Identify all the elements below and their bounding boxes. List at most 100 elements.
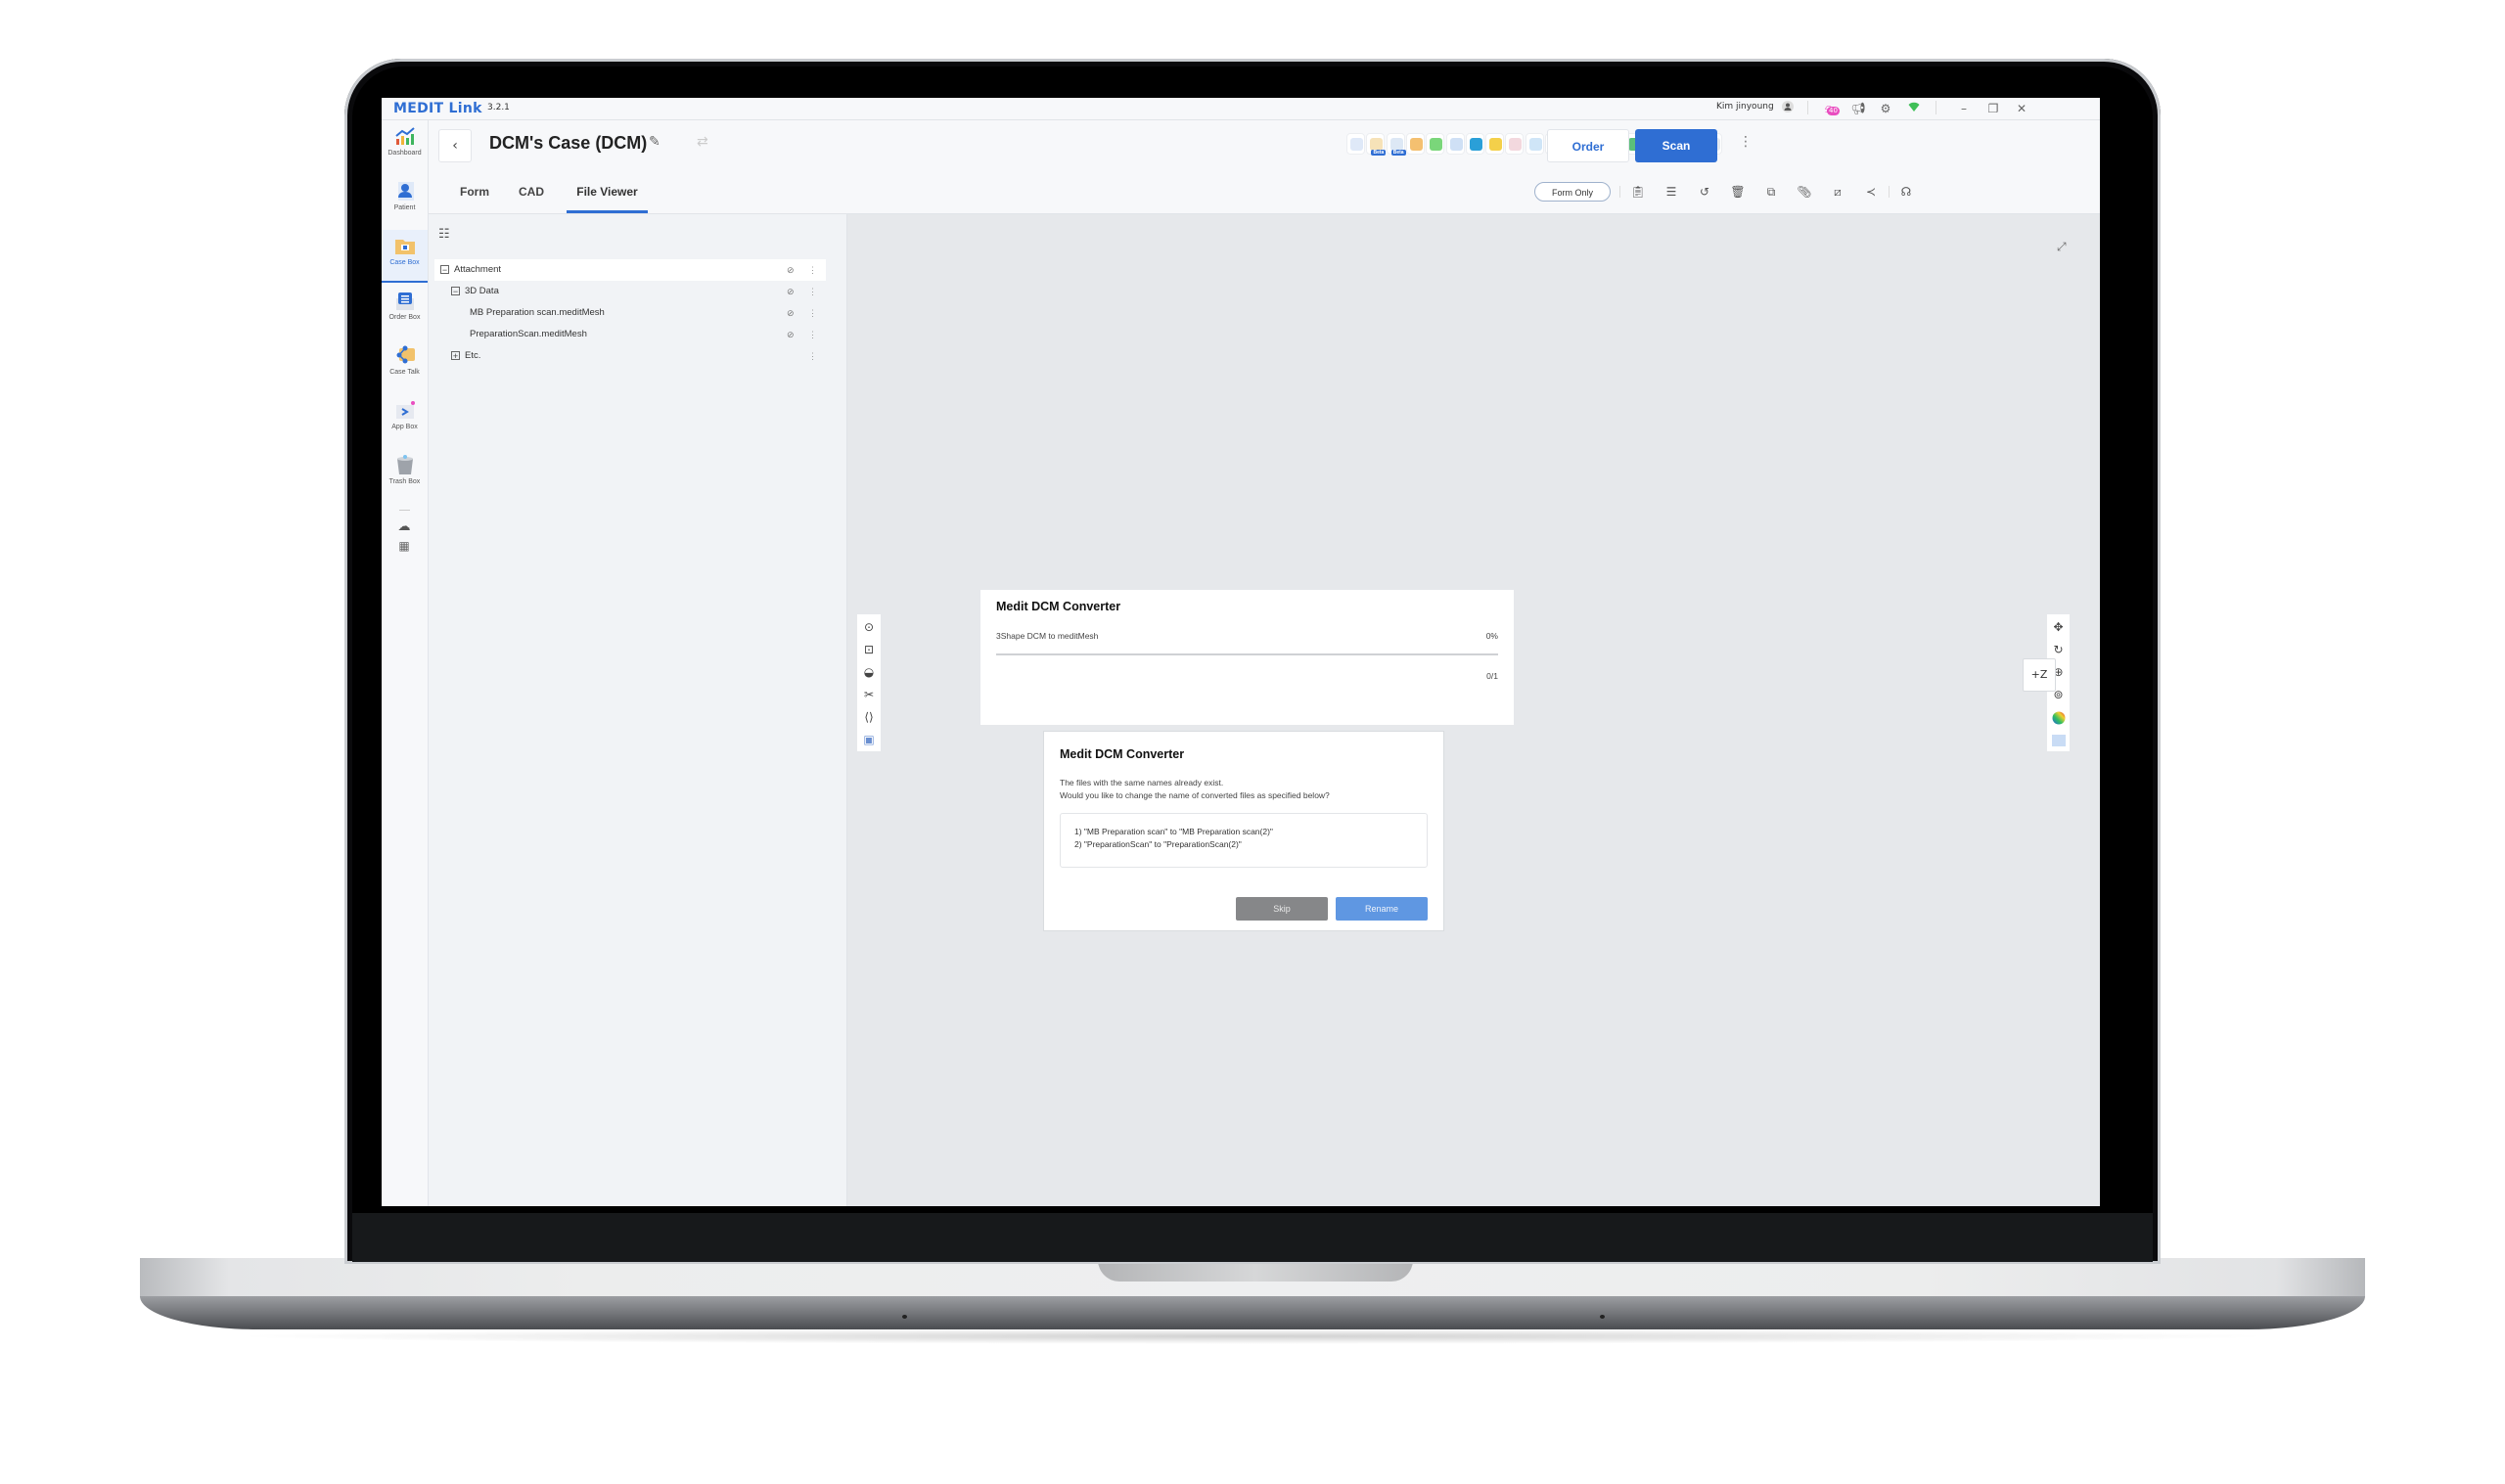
tree-row[interactable]: MB Preparation scan.meditMesh ⊘ ⋮: [434, 302, 826, 324]
order-button[interactable]: Order: [1547, 129, 1629, 162]
visibility-hidden-icon[interactable]: ⊘: [787, 324, 795, 345]
message-line: The files with the same names already ex…: [1060, 778, 1224, 787]
sidebar-item-label: Case Talk: [389, 369, 420, 376]
more-options-icon[interactable]: ⋮: [808, 345, 817, 367]
scan-button[interactable]: Scan: [1635, 129, 1717, 162]
share-icon[interactable]: ≺: [1861, 182, 1881, 202]
color-map-icon[interactable]: [2047, 706, 2070, 728]
user-name[interactable]: Kim jinyoung: [1716, 102, 1774, 112]
area-capture-icon[interactable]: ⊡: [857, 639, 881, 660]
headset-icon[interactable]: ☊: [1896, 182, 1916, 202]
visibility-hidden-icon[interactable]: ⊘: [787, 302, 795, 324]
copy-icon[interactable]: ⧉: [1761, 182, 1781, 202]
capture-icon[interactable]: ⊙: [857, 616, 881, 638]
close-icon[interactable]: ✕: [2013, 100, 2030, 117]
restore-icon[interactable]: ❐: [1984, 100, 2002, 117]
sidebar-item-patient[interactable]: Patient: [382, 175, 428, 226]
patient-icon: [397, 182, 414, 201]
notes-icon[interactable]: ☰: [1662, 182, 1681, 202]
app-window: MEDIT Link 3.2.1 Kim jinyoung ⍾40 📢︎ ⚙ –…: [382, 98, 2100, 1206]
form-only-button[interactable]: Form Only: [1534, 182, 1611, 202]
order-box-icon: [395, 292, 414, 310]
rename-list-item: 1) "MB Preparation scan" to "MB Preparat…: [1074, 827, 1273, 836]
visibility-hidden-icon[interactable]: ⊘: [787, 259, 795, 281]
edit-box-icon[interactable]: ⧄: [1828, 182, 1847, 202]
message-line: Would you like to change the name of con…: [1060, 790, 1330, 800]
move-icon[interactable]: ✥: [2047, 616, 2070, 638]
more-options-icon[interactable]: ⋮: [808, 302, 817, 324]
tree-row[interactable]: − Attachment ⊘ ⋮: [434, 259, 826, 281]
sidebar-item-order-box[interactable]: Order Box: [382, 285, 428, 336]
sidebar-item-dashboard[interactable]: Dashboard: [382, 120, 428, 171]
tab-form[interactable]: Form: [450, 177, 499, 210]
scissors-icon[interactable]: ✂: [857, 684, 881, 705]
z-axis-view-button[interactable]: +Z: [2023, 658, 2056, 692]
view-cube-icon[interactable]: [2047, 729, 2070, 750]
rotate-icon[interactable]: ↻: [2047, 639, 2070, 660]
skip-button[interactable]: Skip: [1236, 897, 1328, 921]
edit-pencil-icon[interactable]: ✎: [649, 134, 660, 150]
laptop-base-bottom: [140, 1296, 2365, 1329]
dcm-converter-app-icon[interactable]: [1445, 133, 1465, 155]
model-builder-app-icon[interactable]: [1346, 133, 1365, 155]
announcement-megaphone-icon[interactable]: 📢︎: [1849, 100, 1867, 117]
sidebar-item-app-box[interactable]: App Box: [382, 394, 428, 445]
millbox-app-icon[interactable]: [1525, 133, 1544, 155]
ortho-simulation-app-icon[interactable]: [1426, 133, 1445, 155]
case-talk-icon: [396, 345, 415, 364]
smile-design-app-icon[interactable]: Beta: [1386, 133, 1406, 156]
splint-app-icon[interactable]: [1505, 133, 1525, 155]
sidebar-item-case-talk[interactable]: Case Talk: [382, 339, 428, 390]
divider: [1807, 101, 1808, 114]
tab-cad[interactable]: CAD: [507, 177, 556, 210]
clipboard-info-icon[interactable]: 📋︎: [1628, 182, 1648, 202]
more-options-icon[interactable]: ⋮: [1739, 134, 1753, 150]
sidebar-item-label: App Box: [391, 424, 418, 430]
divider: [1619, 186, 1620, 198]
delete-icon[interactable]: 🗑︎: [1728, 182, 1748, 202]
notification-bell-icon[interactable]: ⍾40: [1820, 100, 1840, 117]
apps-grid-icon[interactable]: ▦: [394, 539, 414, 559]
screenshot-icon[interactable]: ▣: [857, 729, 881, 750]
laptop-shadow: [225, 1328, 2280, 1344]
notification-badge: 40: [1827, 107, 1840, 115]
3d-viewer[interactable]: ⤢ ⊙ ⊡ ◒ ✂ ⟨⟩ ▣ ✥ ↻ ⊕ ⊚ +Z Medit DCM Conv…: [847, 214, 2100, 1206]
more-options-icon[interactable]: ⋮: [808, 324, 817, 345]
sidebar-item-label: Order Box: [388, 314, 421, 321]
attachment-icon[interactable]: 📎︎: [1795, 182, 1814, 202]
history-icon[interactable]: ↺: [1695, 182, 1714, 202]
back-button[interactable]: ‹: [438, 129, 472, 162]
design-kit-app-icon[interactable]: [1485, 133, 1505, 155]
tree-row-label: Attachment: [454, 264, 502, 275]
crown-fit-app-icon[interactable]: Beta: [1366, 133, 1387, 156]
visibility-hidden-icon[interactable]: ⊘: [787, 281, 795, 302]
collapse-icon[interactable]: −: [440, 265, 449, 275]
app-name: MEDIT Link: [393, 101, 482, 116]
tree-row[interactable]: + Etc. ⋮: [434, 345, 826, 367]
user-icon[interactable]: [1779, 100, 1797, 117]
cloud-sync-icon[interactable]: ☁: [394, 519, 414, 539]
more-options-icon[interactable]: ⋮: [808, 281, 817, 302]
case-box-icon: [394, 240, 415, 254]
settings-gear-icon[interactable]: ⚙: [1877, 100, 1894, 117]
divider: [399, 510, 410, 511]
laptop-chin: [352, 1213, 2153, 1262]
tree-row[interactable]: PreparationScan.meditMesh ⊘ ⋮: [434, 324, 826, 345]
sidebar-item-case-box[interactable]: Case Box: [382, 230, 428, 283]
tab-file-viewer[interactable]: File Viewer: [567, 177, 648, 213]
trash-box-icon: [396, 455, 413, 474]
bracket-measure-icon[interactable]: ⟨⟩: [857, 706, 881, 728]
more-options-icon[interactable]: ⋮: [808, 259, 817, 281]
expand-icon[interactable]: +: [451, 351, 460, 361]
stripes-app-icon[interactable]: [1465, 133, 1484, 155]
half-circle-icon[interactable]: ◒: [857, 661, 881, 683]
viewer-left-toolbar: ⊙ ⊡ ◒ ✂ ⟨⟩ ▣: [857, 614, 881, 751]
tree-view-icon[interactable]: ☷: [438, 227, 450, 242]
expand-view-icon[interactable]: ⤢: [2057, 240, 2067, 254]
rename-button[interactable]: Rename: [1336, 897, 1428, 921]
tree-row[interactable]: −3D Data ⊘ ⋮: [434, 281, 826, 302]
minimize-icon[interactable]: –: [1955, 100, 1973, 117]
collapse-icon[interactable]: −: [451, 287, 460, 296]
sidebar-item-trash-box[interactable]: Trash Box: [382, 449, 428, 500]
clinic-circles-app-icon[interactable]: [1405, 133, 1425, 155]
